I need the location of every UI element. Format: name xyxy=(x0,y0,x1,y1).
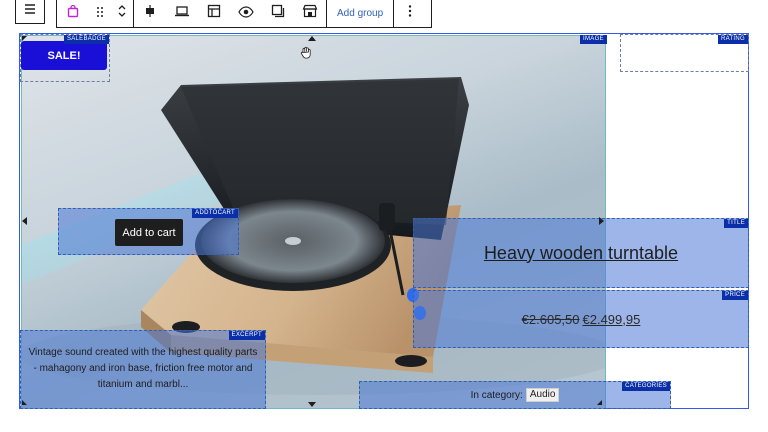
laptop-icon xyxy=(174,4,190,23)
block-type-button[interactable] xyxy=(57,0,89,27)
categories-block[interactable]: In category: Audio CATEGORIES xyxy=(359,381,671,409)
product-price: €2.605,50 €2.499,95 xyxy=(414,291,748,347)
excerpt-block[interactable]: Vintage sound created with the highest q… xyxy=(20,330,266,409)
toolbar-group-parent xyxy=(57,0,134,27)
product-canvas[interactable]: SALE! SALEBADGE IMAGE RATING Add to cart… xyxy=(19,33,749,409)
title-block[interactable]: Heavy wooden turntable TITLE xyxy=(413,218,749,288)
salebadge-block[interactable]: SALE! SALEBADGE xyxy=(20,34,110,82)
product-bag-icon xyxy=(66,4,80,23)
block-tag-rating: RATING xyxy=(717,35,748,44)
rating-block[interactable]: RATING xyxy=(620,34,749,72)
store-button[interactable] xyxy=(294,0,326,27)
addtocart-block[interactable]: Add to cart ADDTOCART xyxy=(58,208,239,255)
duplicate-button[interactable] xyxy=(262,0,294,27)
list-view-icon xyxy=(23,2,37,21)
category-link-audio[interactable]: Audio xyxy=(525,388,560,402)
layout-button[interactable] xyxy=(198,0,230,27)
block-tag-price: PRICE xyxy=(722,291,748,300)
visibility-button[interactable] xyxy=(230,0,262,27)
price-sale: €2.499,95 xyxy=(582,311,641,327)
width-button[interactable] xyxy=(166,0,198,27)
resize-handle-top-icon[interactable] xyxy=(308,36,316,41)
price-block[interactable]: €2.605,50 €2.499,95 PRICE xyxy=(413,290,749,348)
toolbar-group-add: Add group xyxy=(327,0,395,27)
corner-handle-bottomleft-icon[interactable] xyxy=(22,400,27,405)
duplicate-icon xyxy=(271,4,285,23)
block-tag-title: TITLE xyxy=(724,219,748,228)
corner-handle-bottomright-icon[interactable] xyxy=(597,400,602,405)
corner-handle-topleft-icon[interactable] xyxy=(22,36,27,41)
block-tag-excerpt: EXCERPT xyxy=(228,331,265,340)
resize-handle-bottom-icon[interactable] xyxy=(308,402,316,407)
storefront-icon xyxy=(302,4,318,23)
justify-center-icon xyxy=(143,4,157,23)
chevron-up-down-icon xyxy=(117,3,127,24)
layout-icon xyxy=(207,4,221,23)
grab-cursor-icon xyxy=(300,46,312,64)
block-tag-salebadge: SALEBADGE xyxy=(63,35,109,44)
block-tag-image: IMAGE xyxy=(580,35,607,44)
block-tag-addtocart: ADDTOCART xyxy=(192,209,238,218)
block-tag-categories: CATEGORIES xyxy=(622,382,670,391)
more-vertical-icon xyxy=(408,4,412,23)
eye-icon xyxy=(238,5,254,23)
resize-handle-left-icon[interactable] xyxy=(22,217,27,225)
toolbar-group-more xyxy=(394,0,426,27)
move-up-down-button[interactable] xyxy=(111,0,133,27)
toolbar-group-align xyxy=(134,0,327,27)
categories-prefix: In category: xyxy=(470,389,523,401)
block-toolbar: Add group xyxy=(56,0,432,28)
add-group-button[interactable]: Add group xyxy=(327,0,393,27)
drag-handle-button[interactable] xyxy=(89,0,111,27)
product-excerpt: Vintage sound created with the highest q… xyxy=(28,347,258,390)
sale-badge: SALE! xyxy=(21,41,107,70)
resize-handle-right-icon[interactable] xyxy=(599,217,604,225)
price-original: €2.605,50 xyxy=(521,311,580,327)
align-button[interactable] xyxy=(134,0,166,27)
document-overview-button[interactable] xyxy=(15,0,45,24)
add-to-cart-button[interactable]: Add to cart xyxy=(115,219,183,246)
product-title[interactable]: Heavy wooden turntable xyxy=(414,219,748,287)
drag-handle-icon xyxy=(96,5,104,23)
more-options-button[interactable] xyxy=(394,0,426,27)
